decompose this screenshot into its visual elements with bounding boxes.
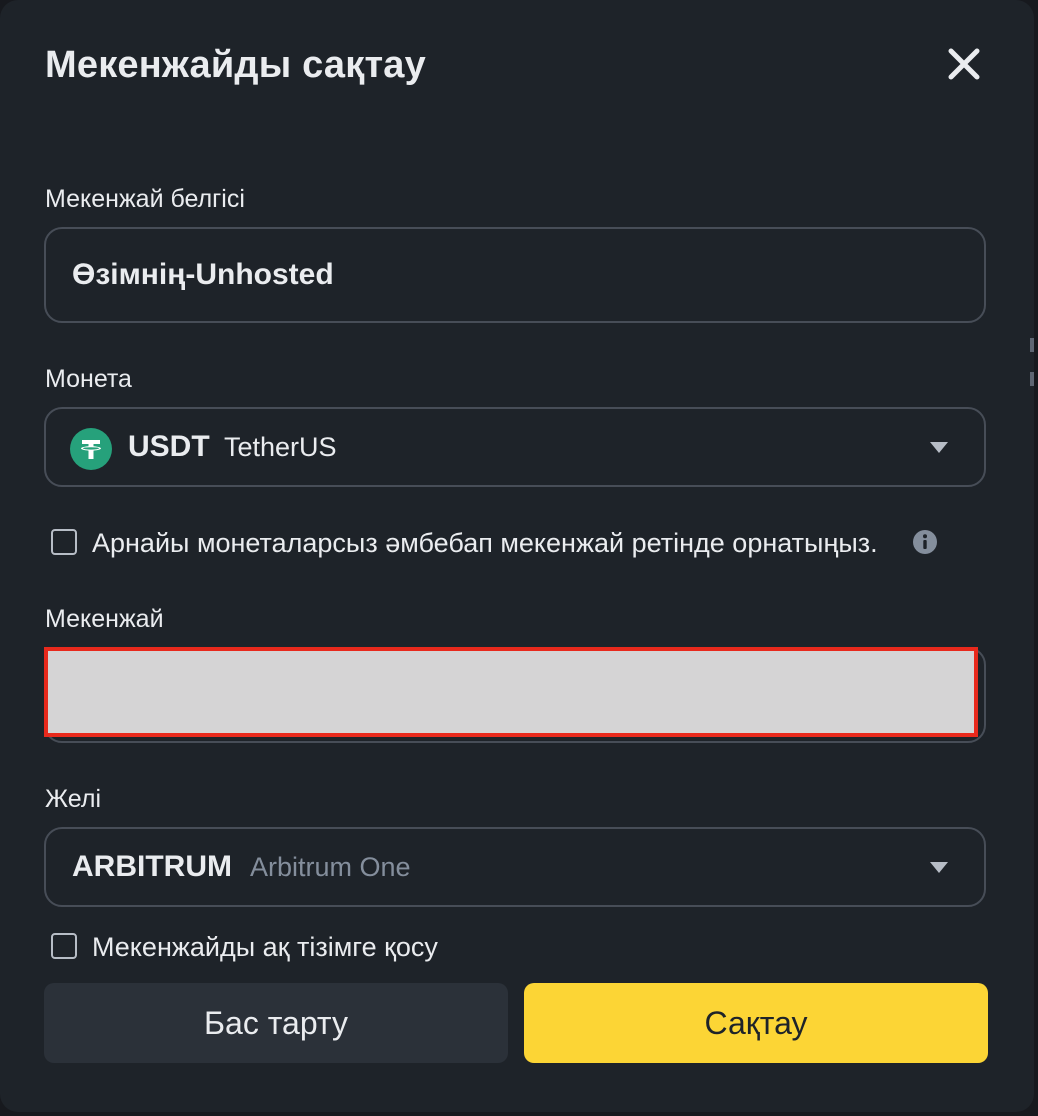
coin-select[interactable]: USDT TetherUS — [44, 407, 986, 487]
chevron-down-icon — [930, 862, 948, 873]
chevron-down-icon — [930, 442, 948, 453]
network-symbol: ARBITRUM — [72, 850, 232, 883]
address-label-field-label: Мекенжай белгісі — [45, 185, 245, 213]
coin-name: TetherUS — [224, 431, 337, 462]
coin-field-label: Монета — [45, 365, 132, 393]
universal-address-checkbox-label[interactable]: Арнайы монеталарсыз әмбебап мекенжай рет… — [92, 528, 878, 559]
dialog-title: Мекенжайды сақтау — [45, 44, 426, 86]
close-icon — [948, 48, 980, 80]
whitelist-checkbox[interactable] — [51, 933, 77, 959]
address-label-input[interactable]: Өзімнің-Unhosted — [44, 227, 986, 323]
info-icon[interactable] — [912, 529, 938, 555]
scroll-edge-marker — [1030, 338, 1034, 352]
network-field-label: Желі — [45, 785, 101, 813]
cancel-button[interactable]: Бас тарту — [44, 983, 508, 1063]
save-address-dialog: Мекенжайды сақтау Мекенжай белгісі Өзімн… — [0, 0, 1034, 1112]
close-button[interactable] — [942, 42, 986, 86]
address-field-label: Мекенжай — [45, 605, 164, 633]
universal-address-checkbox[interactable] — [51, 529, 77, 555]
address-label-value: Өзімнің-Unhosted — [72, 258, 334, 291]
redacted-address-overlay — [44, 647, 978, 737]
network-name: Arbitrum One — [250, 851, 411, 882]
tether-icon — [70, 428, 112, 470]
coin-symbol: USDT — [128, 430, 210, 463]
whitelist-checkbox-label[interactable]: Мекенжайды ақ тізімге қосу — [92, 932, 438, 963]
scroll-edge-marker — [1030, 372, 1034, 386]
save-button[interactable]: Сақтау — [524, 983, 988, 1063]
network-select[interactable]: ARBITRUM Arbitrum One — [44, 827, 986, 907]
